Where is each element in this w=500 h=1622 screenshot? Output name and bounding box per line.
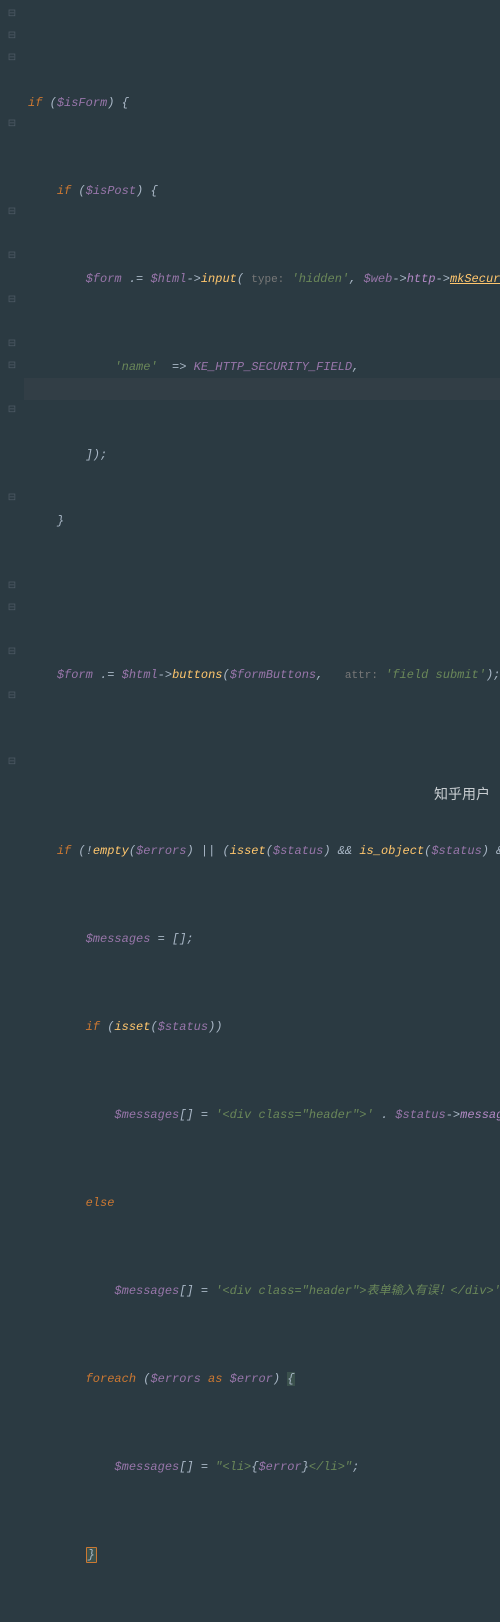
fold-icon[interactable]: ⊟ xyxy=(0,4,24,26)
fold-icon[interactable]: ⊟ xyxy=(0,686,24,708)
code-line[interactable]: $messages[] = '<div class="header">' . $… xyxy=(28,1104,500,1126)
fold-icon[interactable]: ⊟ xyxy=(0,576,24,598)
fold-icon[interactable]: ⊟ xyxy=(0,400,24,422)
code-line[interactable]: if ($isForm) { xyxy=(28,92,500,114)
fold-icon[interactable]: ⊟ xyxy=(0,48,24,70)
code-line[interactable]: $messages[] = '<div class="header">表单输入有… xyxy=(28,1280,500,1302)
code-line[interactable]: if ($isPost) { xyxy=(28,180,500,202)
code-line[interactable]: $form .= $html->buttons($formButtons, at… xyxy=(28,664,500,686)
fold-icon[interactable]: ⊟ xyxy=(0,246,24,268)
code-line[interactable]: $messages = []; xyxy=(28,928,500,950)
fold-icon[interactable]: ⊟ xyxy=(0,488,24,510)
code-editor[interactable]: ⊟ ⊟ ⊟ ⊟ ⊟ ⊟ ⊟ ⊟ ⊟ ⊟ ⊟ ⊟ ⊟ ⊟ ⊟ ⊟ if ($isF… xyxy=(0,0,500,811)
code-area[interactable]: if ($isForm) { if ($isPost) { $form .= $… xyxy=(24,0,500,811)
code-line[interactable]: } xyxy=(28,510,500,532)
code-line[interactable] xyxy=(28,576,500,598)
code-line[interactable]: 'name' => KE_HTTP_SECURITY_FIELD, xyxy=(28,356,500,378)
fold-icon[interactable]: ⊟ xyxy=(0,752,24,774)
fold-icon[interactable]: ⊟ xyxy=(0,642,24,664)
fold-icon[interactable]: ⊟ xyxy=(0,356,24,378)
code-line[interactable]: if (isset($status)) xyxy=(28,1016,500,1038)
fold-icon[interactable]: ⊟ xyxy=(0,202,24,224)
fold-icon[interactable]: ⊟ xyxy=(0,598,24,620)
code-line[interactable]: $messages[] = "<li>{$error}</li>"; xyxy=(28,1456,500,1478)
code-line[interactable]: else xyxy=(28,1192,500,1214)
code-line[interactable]: } xyxy=(28,1544,500,1566)
watermark: 知乎用户 xyxy=(434,783,490,805)
code-line[interactable]: if (!empty($errors) || (isset($status) &… xyxy=(28,840,500,862)
code-line[interactable]: foreach ($errors as $error) { xyxy=(28,1368,500,1390)
fold-icon[interactable]: ⊟ xyxy=(0,26,24,48)
code-line[interactable]: ]); xyxy=(28,444,500,466)
code-line[interactable]: $form .= $html->input( type: 'hidden', $… xyxy=(28,268,500,290)
fold-icon[interactable]: ⊟ xyxy=(0,290,24,312)
gutter: ⊟ ⊟ ⊟ ⊟ ⊟ ⊟ ⊟ ⊟ ⊟ ⊟ ⊟ ⊟ ⊟ ⊟ ⊟ ⊟ xyxy=(0,0,24,811)
fold-icon[interactable]: ⊟ xyxy=(0,334,24,356)
fold-icon[interactable]: ⊟ xyxy=(0,114,24,136)
